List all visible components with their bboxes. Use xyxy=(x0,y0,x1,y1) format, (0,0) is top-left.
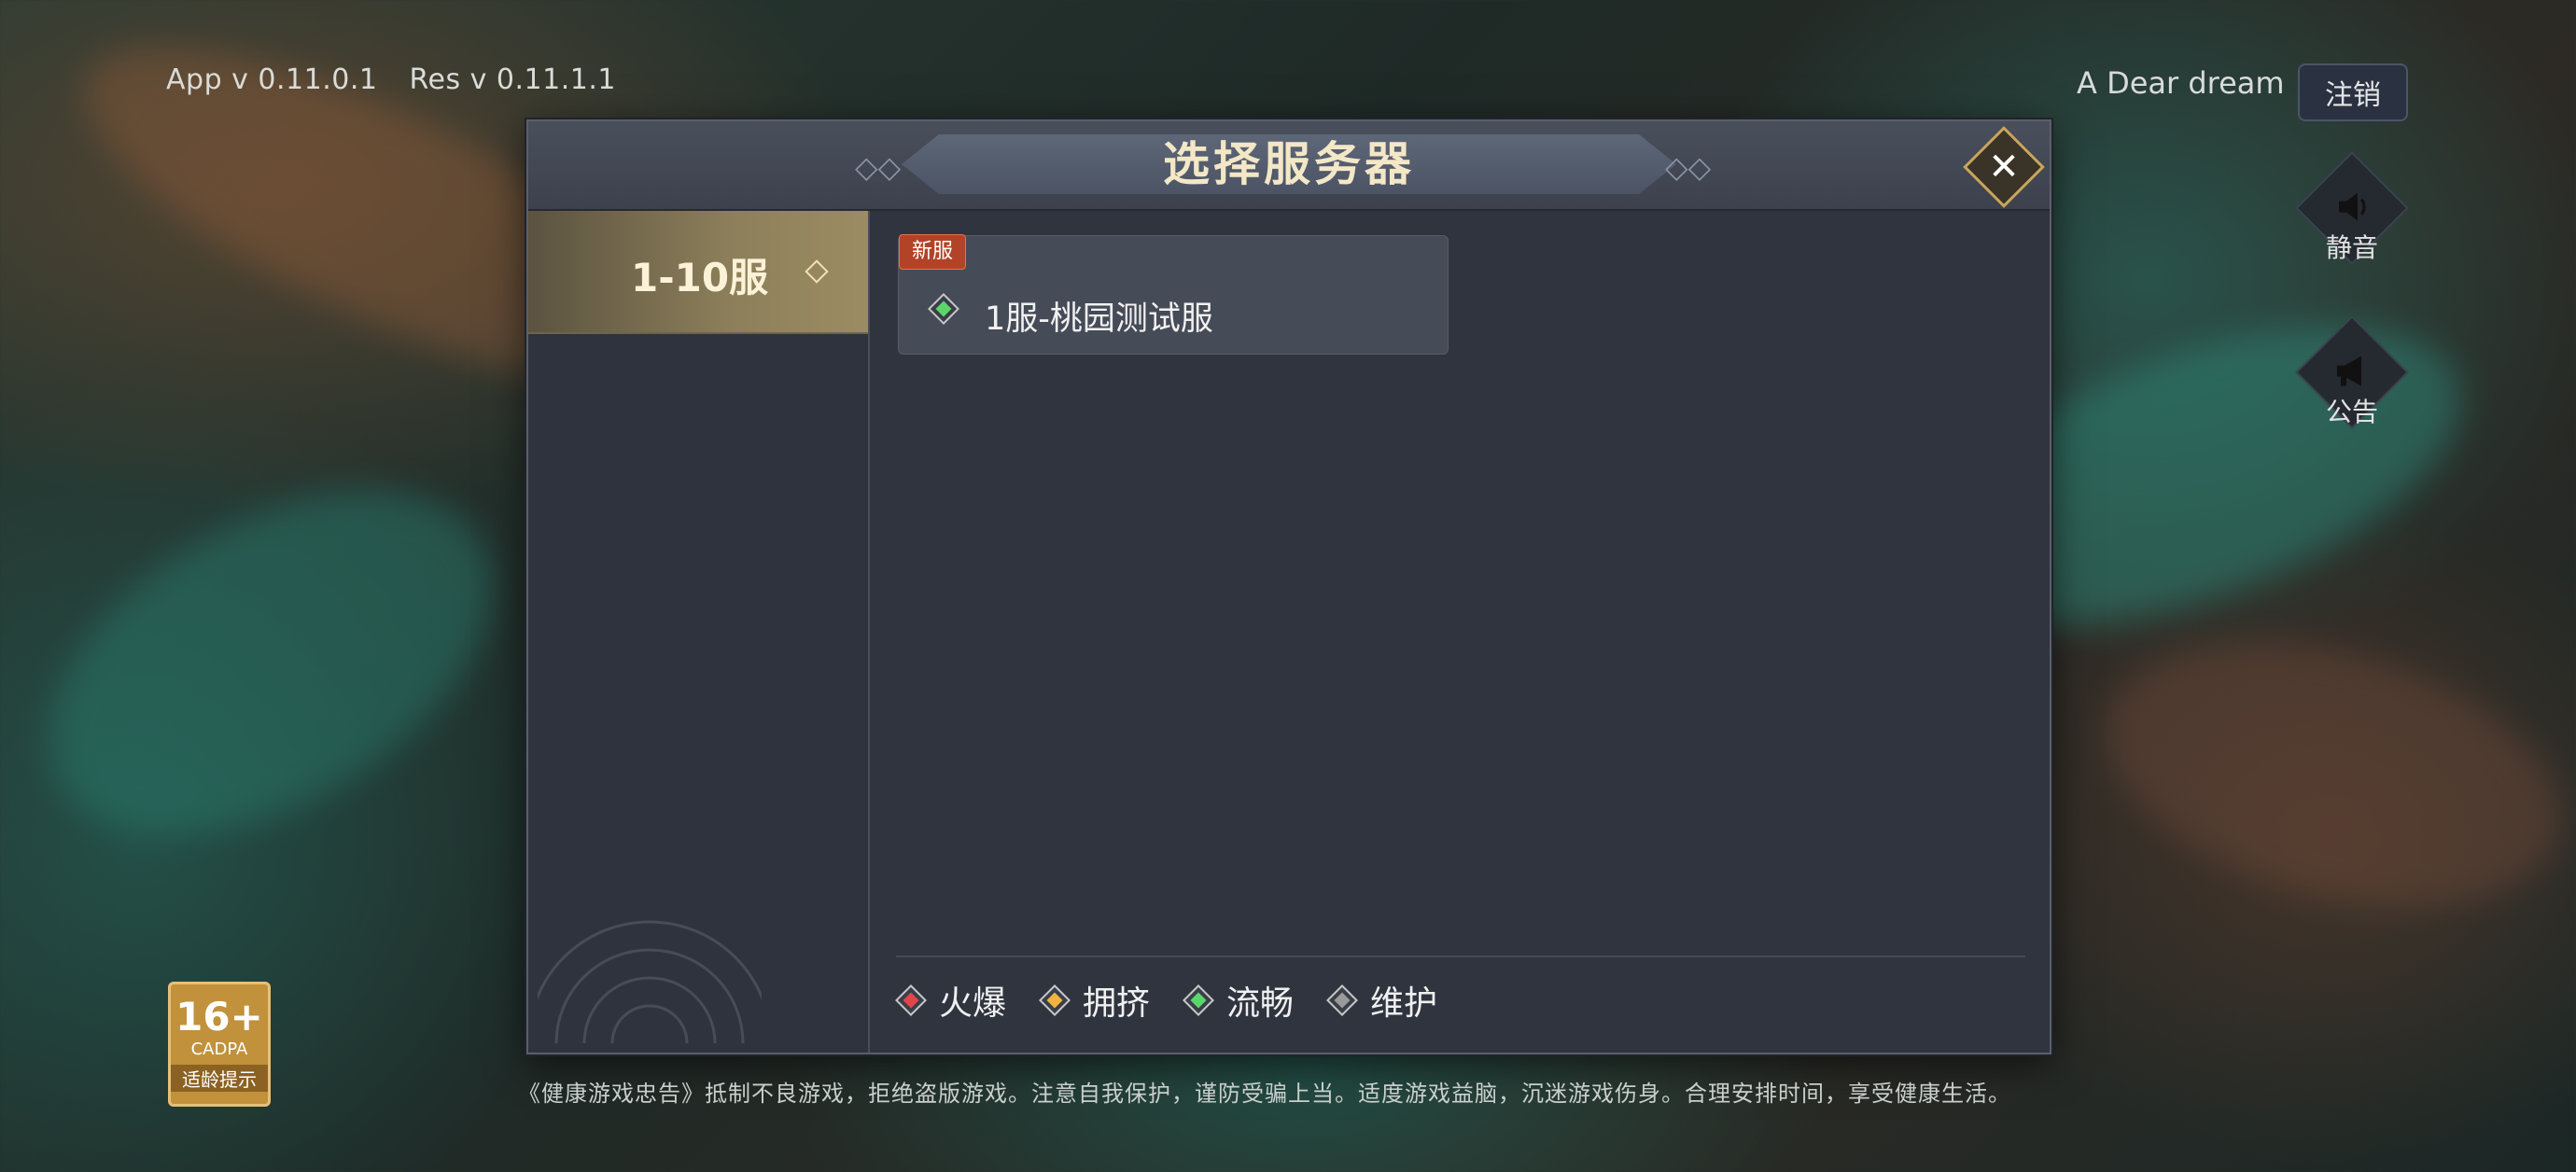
dialog-titlebar: ◇◇ ◇◇ 选择服务器 ✕ xyxy=(528,121,2050,211)
gray-diamond-icon xyxy=(1329,987,1355,1013)
green-diamond-icon xyxy=(1185,987,1211,1013)
yellow-diamond-icon xyxy=(1042,987,1068,1013)
mute-button[interactable]: 静音 xyxy=(2295,151,2409,265)
new-server-badge: 新服 xyxy=(899,234,966,270)
background-streak xyxy=(2076,596,2576,953)
server-range-list: 1-10服 xyxy=(528,211,870,1053)
status-smooth-icon xyxy=(931,296,957,322)
app-version: App v 0.11.0.1 xyxy=(166,63,378,96)
server-list-panel: 新服 1服-桃园测试服 火爆 拥挤 流畅 维护 xyxy=(870,211,2048,1053)
res-version: Res v 0.11.1.1 xyxy=(409,63,616,96)
close-icon: ✕ xyxy=(1988,146,2020,188)
wave-pattern-decoration xyxy=(538,920,762,1043)
legend-label: 拥挤 xyxy=(1083,984,1151,1023)
legend-divider xyxy=(896,956,2025,957)
logout-button[interactable]: 注销 xyxy=(2298,63,2408,121)
dialog-title: 选择服务器 xyxy=(1163,137,1415,191)
legend-label: 维护 xyxy=(1370,984,1438,1023)
background-streak xyxy=(0,420,552,905)
age-rating-badge: 16+ CADPA 适龄提示 xyxy=(168,982,271,1107)
notice-button[interactable]: 公告 xyxy=(2295,315,2409,429)
mute-label: 静音 xyxy=(2325,232,2378,263)
legend-item-maintenance: 维护 xyxy=(1329,976,1437,1025)
range-tab-label: 1-10服 xyxy=(631,255,769,300)
server-name: 1服-桃园测试服 xyxy=(985,300,1213,338)
status-legend: 火爆 拥挤 流畅 维护 xyxy=(898,976,1473,1025)
health-game-notice: 《健康游戏忠告》抵制不良游戏，拒绝盗版游戏。注意自我保护，谨防受骗上当。适度游戏… xyxy=(518,1081,2011,1107)
server-select-dialog: ◇◇ ◇◇ 选择服务器 ✕ 1-10服 新服 1服-桃园测试服 火爆 拥挤 流畅… xyxy=(526,119,2051,1054)
range-tab-1-10[interactable]: 1-10服 xyxy=(528,211,868,334)
server-item[interactable]: 新服 1服-桃园测试服 xyxy=(898,234,1449,355)
notice-label: 公告 xyxy=(2325,397,2378,427)
legend-item-hot: 火爆 xyxy=(898,976,1006,1025)
legend-label: 流畅 xyxy=(1226,984,1295,1023)
legend-item-crowded: 拥挤 xyxy=(1042,976,1150,1025)
red-diamond-icon xyxy=(898,987,924,1013)
version-info: App v 0.11.0.1 Res v 0.11.1.1 xyxy=(166,63,616,96)
username: A Dear dream xyxy=(2077,65,2285,101)
age-rating-tip: 适龄提示 xyxy=(171,1065,268,1092)
age-rating-number: 16+ xyxy=(175,994,263,1039)
selected-diamond-icon xyxy=(805,259,829,284)
age-rating-org: CADPA xyxy=(190,1039,248,1059)
legend-label: 火爆 xyxy=(939,984,1007,1023)
legend-item-smooth: 流畅 xyxy=(1185,976,1294,1025)
